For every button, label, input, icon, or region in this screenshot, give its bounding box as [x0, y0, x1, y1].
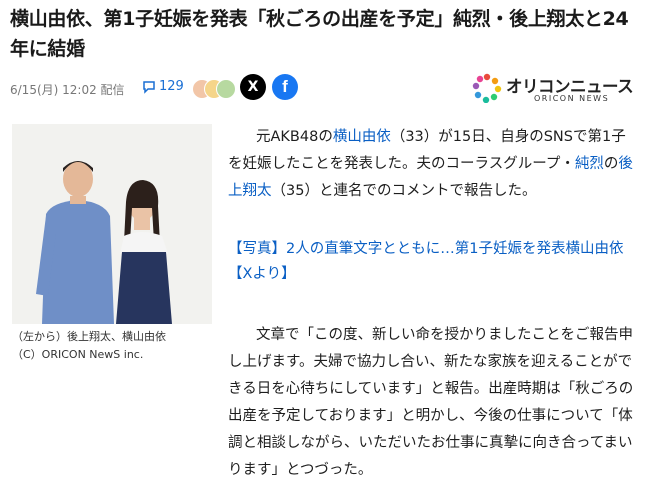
reaction-avatars[interactable]: [192, 79, 238, 99]
person-link-yokoyama[interactable]: 横山由依: [333, 129, 391, 145]
couple-photo: [12, 124, 212, 324]
oricon-news-logo[interactable]: オリコンニュース ORICON NEWS: [472, 72, 642, 106]
comment-count: 129: [159, 79, 184, 94]
x-icon: X: [247, 79, 259, 95]
comments-link[interactable]: 129: [142, 79, 184, 94]
comment-icon: [143, 80, 155, 94]
group-link-junretsu[interactable]: 純烈: [575, 156, 604, 172]
avatar: [216, 79, 236, 99]
article-headline: 横山由依、第1子妊娠を発表「秋ごろの出産を予定」純烈・後上翔太と24年に結婚: [10, 8, 629, 60]
x-share-button[interactable]: X: [240, 74, 266, 100]
logo-subtitle: ORICON NEWS: [534, 94, 610, 103]
facebook-icon: f: [282, 77, 288, 96]
article-photo[interactable]: [12, 124, 212, 324]
photo-gallery-link[interactable]: 【写真】2人の直筆文字とともに…第1子妊娠を発表横山由依【Xより】: [228, 237, 638, 287]
body-paragraph: 元AKB48の横山由依（33）が15日、自身のSNSで第1子を妊娠したことを発表…: [228, 129, 633, 199]
paragraph-text: 文章で「この度、新しい命を授かりましたことをご報告申し上げます。夫婦で協力し合い…: [228, 327, 634, 478]
publish-date: 6/15(月) 12:02 配信: [10, 83, 125, 97]
oricon-logo-icon: [472, 73, 502, 103]
facebook-share-button[interactable]: f: [272, 74, 298, 100]
body-paragraph-2: 文章で「この度、新しい命を授かりましたことをご報告申し上げます。夫婦で協力し合い…: [10, 322, 642, 484]
